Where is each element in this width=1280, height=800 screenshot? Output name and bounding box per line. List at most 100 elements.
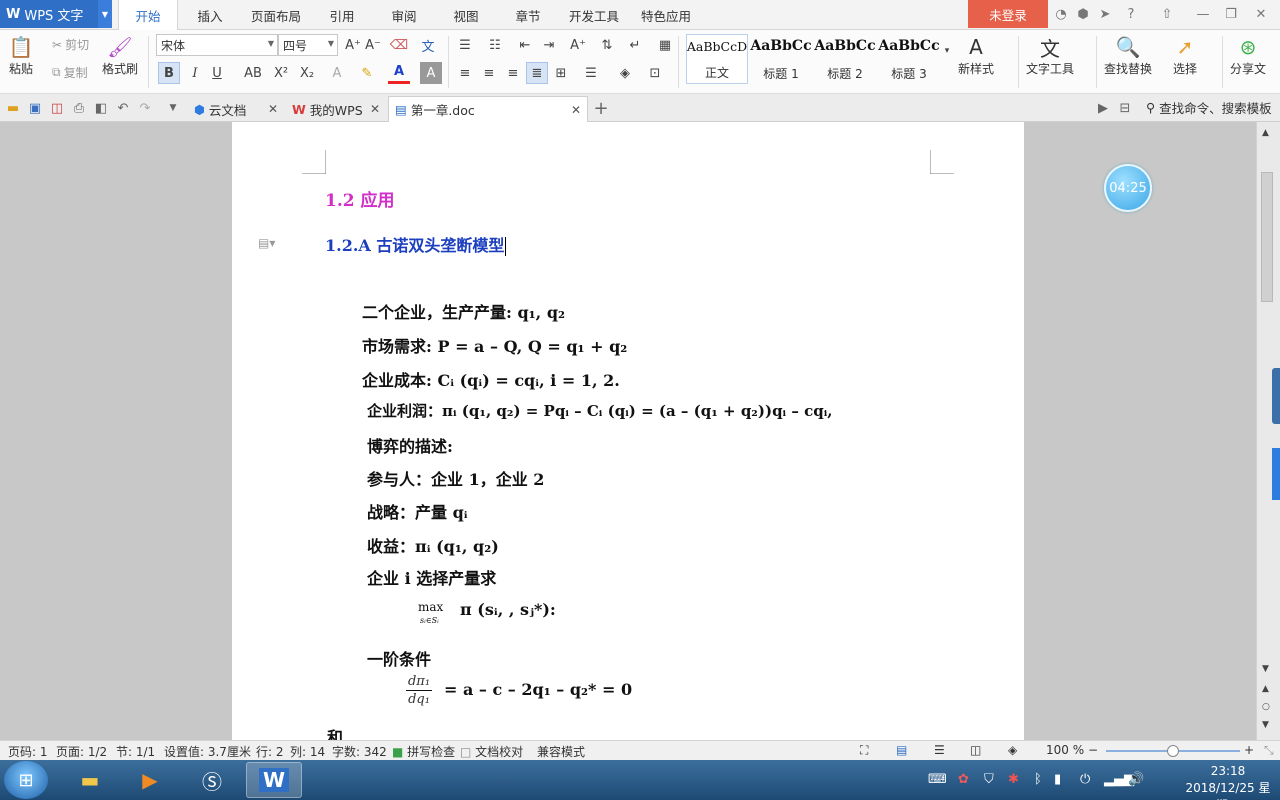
shield-icon[interactable]: ⛉ — [984, 772, 994, 787]
tab-special[interactable]: 特色应用 — [634, 0, 698, 30]
document-area[interactable]: 1.2 应用 ▤▾ 1.2.A 古诺双头垄断模型 二个企业，生产产量: q₁, … — [0, 122, 1256, 740]
spell-check-toggle[interactable]: ■ 拼写检查 — [392, 743, 455, 760]
scroll-down-icon[interactable]: ▼ — [1262, 664, 1269, 674]
zoom-out-icon[interactable]: − — [1088, 743, 1098, 757]
chevron-down-icon[interactable]: ▼ — [164, 99, 182, 117]
find-replace-button[interactable]: 🔍 查找替换 — [1104, 34, 1152, 77]
feedback-icon[interactable]: ➤ — [1096, 5, 1114, 23]
sort-icon[interactable]: ⇅ — [596, 34, 618, 56]
align-right-icon[interactable]: ≡ — [502, 62, 524, 84]
close-icon[interactable]: ✕ — [1252, 5, 1270, 23]
tab-developer[interactable]: 开发工具 — [562, 0, 626, 30]
bold-button[interactable]: B — [158, 62, 180, 84]
wps-writer-app[interactable]: W — [246, 762, 302, 798]
style-heading-1[interactable]: AaBbCc 标题 1 — [750, 34, 812, 84]
line-spacing-icon[interactable]: ☰ — [580, 62, 602, 84]
zoom-in-icon[interactable]: + — [1244, 743, 1254, 757]
style-normal[interactable]: AaBbCcD 正文 — [686, 34, 748, 84]
open-folder-icon[interactable]: ▬ — [4, 99, 22, 117]
volume-icon[interactable]: 🔊 — [1128, 772, 1144, 787]
skin-icon[interactable]: ◔ — [1052, 5, 1070, 23]
side-panel-handle[interactable] — [1272, 368, 1280, 424]
cut-button[interactable]: ✂ 剪切 — [52, 36, 89, 53]
tab-review[interactable]: 审阅 — [380, 0, 428, 30]
doc-proof-toggle[interactable]: □ 文档校对 — [460, 743, 523, 760]
prev-page-icon[interactable]: ▲ — [1262, 684, 1269, 694]
copy-button[interactable]: ⧉ 复制 — [52, 64, 88, 81]
chinese-layout-icon[interactable]: A⁺ — [564, 34, 592, 56]
style-heading-3[interactable]: AaBbCc 标题 3 — [878, 34, 940, 84]
shading-icon[interactable]: ◈ — [614, 62, 636, 84]
numbered-list-icon[interactable]: ☷ — [484, 34, 506, 56]
align-center-icon[interactable]: ≡ — [478, 62, 500, 84]
tab-cloud-docs[interactable]: ⬢ 云文档 ✕ — [188, 96, 284, 122]
table-icon[interactable]: ▦ — [654, 34, 676, 56]
char-shading-icon[interactable]: A — [420, 62, 442, 84]
keyboard-icon[interactable]: ⌨ — [928, 772, 947, 787]
distribute-icon[interactable]: ⊞ — [550, 62, 572, 84]
print-icon[interactable]: ⎙ — [70, 99, 88, 117]
superscript-icon[interactable]: X² — [270, 62, 292, 84]
styles-more-icon[interactable]: ▾ — [940, 40, 954, 62]
login-button[interactable]: 未登录 — [968, 0, 1048, 28]
new-style-button[interactable]: A 新样式 — [958, 34, 994, 77]
border-icon[interactable]: ⊡ — [644, 62, 666, 84]
eye-protect-icon[interactable]: ◈ — [1008, 743, 1017, 757]
decrease-indent-icon[interactable]: ⇤ — [514, 34, 536, 56]
scroll-up-icon[interactable]: ▲ — [1262, 128, 1269, 138]
align-left-icon[interactable]: ≡ — [454, 62, 476, 84]
app-menu-button[interactable]: W WPS 文字 ▼ — [0, 0, 112, 28]
close-icon[interactable]: ✕ — [571, 103, 581, 117]
tab-document[interactable]: ▤ 第一章.doc ✕ — [388, 96, 588, 122]
timer-widget[interactable]: 04:25 — [1104, 164, 1152, 212]
show-marks-icon[interactable]: ↵ — [624, 34, 646, 56]
media-player-app[interactable]: ▶ — [122, 762, 178, 798]
explorer-app[interactable]: ▬ — [62, 762, 118, 798]
page-view-icon[interactable]: ▤ — [896, 743, 907, 757]
tool-icon[interactable]: ✱ — [1008, 772, 1019, 787]
tab-chapter[interactable]: 章节 — [504, 0, 552, 30]
clear-format-icon[interactable]: ⌫ — [388, 34, 410, 56]
flower-icon[interactable]: ✿ — [958, 772, 969, 787]
scroll-thumb[interactable] — [1261, 172, 1273, 302]
select-button[interactable]: ➚ 选择 — [1172, 34, 1198, 77]
start-button[interactable]: ⊞ — [4, 761, 48, 799]
highlight-icon[interactable]: ✎ — [356, 62, 378, 84]
close-icon[interactable]: ✕ — [370, 102, 380, 116]
paste-button[interactable]: 📋 粘贴 — [8, 34, 34, 77]
chevron-down-icon[interactable]: ▼ — [98, 0, 112, 28]
text-effect-icon[interactable]: A — [326, 62, 348, 84]
print-preview-icon[interactable]: ◧ — [92, 99, 110, 117]
font-color-icon[interactable]: A — [388, 62, 410, 84]
italic-button[interactable]: I — [184, 62, 206, 84]
restore-ribbon-icon[interactable]: ⇧ — [1158, 5, 1176, 23]
bluetooth-icon[interactable]: ᛒ — [1034, 772, 1042, 787]
video-icon[interactable]: ▶ — [1094, 99, 1112, 117]
undo-icon[interactable]: ↶ — [114, 99, 132, 117]
zoom-level[interactable]: 100 % — [1046, 743, 1084, 757]
fullscreen-icon[interactable]: ⛶ — [860, 743, 868, 758]
redo-icon[interactable]: ↷ — [136, 99, 154, 117]
power-icon[interactable]: ⏻ — [1080, 772, 1090, 787]
next-page-icon[interactable]: ▼ — [1262, 720, 1269, 730]
maximize-icon[interactable]: ❐ — [1222, 5, 1240, 23]
font-name-select[interactable]: 宋体 ▼ — [156, 34, 278, 56]
grow-font-icon[interactable]: A⁺ — [342, 34, 364, 56]
search-command-input[interactable]: ⚲ 查找命令、搜索模板 — [1146, 98, 1272, 117]
bullet-list-icon[interactable]: ☰ — [454, 34, 476, 56]
tab-insert[interactable]: 插入 — [184, 0, 236, 30]
save-icon[interactable]: ▣ — [26, 99, 44, 117]
tab-references[interactable]: 引用 — [318, 0, 366, 30]
side-panel-tab[interactable] — [1272, 448, 1280, 500]
tab-view[interactable]: 视图 — [442, 0, 490, 30]
zoom-slider-knob[interactable] — [1167, 745, 1179, 757]
export-pdf-icon[interactable]: ◫ — [48, 99, 66, 117]
system-clock[interactable]: 23:18 2018/12/25 星期二 — [1180, 763, 1276, 800]
document-page[interactable]: 1.2 应用 ▤▾ 1.2.A 古诺双头垄断模型 二个企业，生产产量: q₁, … — [232, 122, 1024, 740]
strikethrough-icon[interactable]: AB — [240, 62, 266, 84]
tab-page-layout[interactable]: 页面布局 — [242, 0, 310, 30]
shrink-font-icon[interactable]: A⁻ — [362, 34, 384, 56]
web-view-icon[interactable]: ◫ — [970, 743, 981, 757]
justify-icon[interactable]: ≣ — [526, 62, 548, 84]
browse-object-icon[interactable]: ○ — [1262, 702, 1270, 712]
